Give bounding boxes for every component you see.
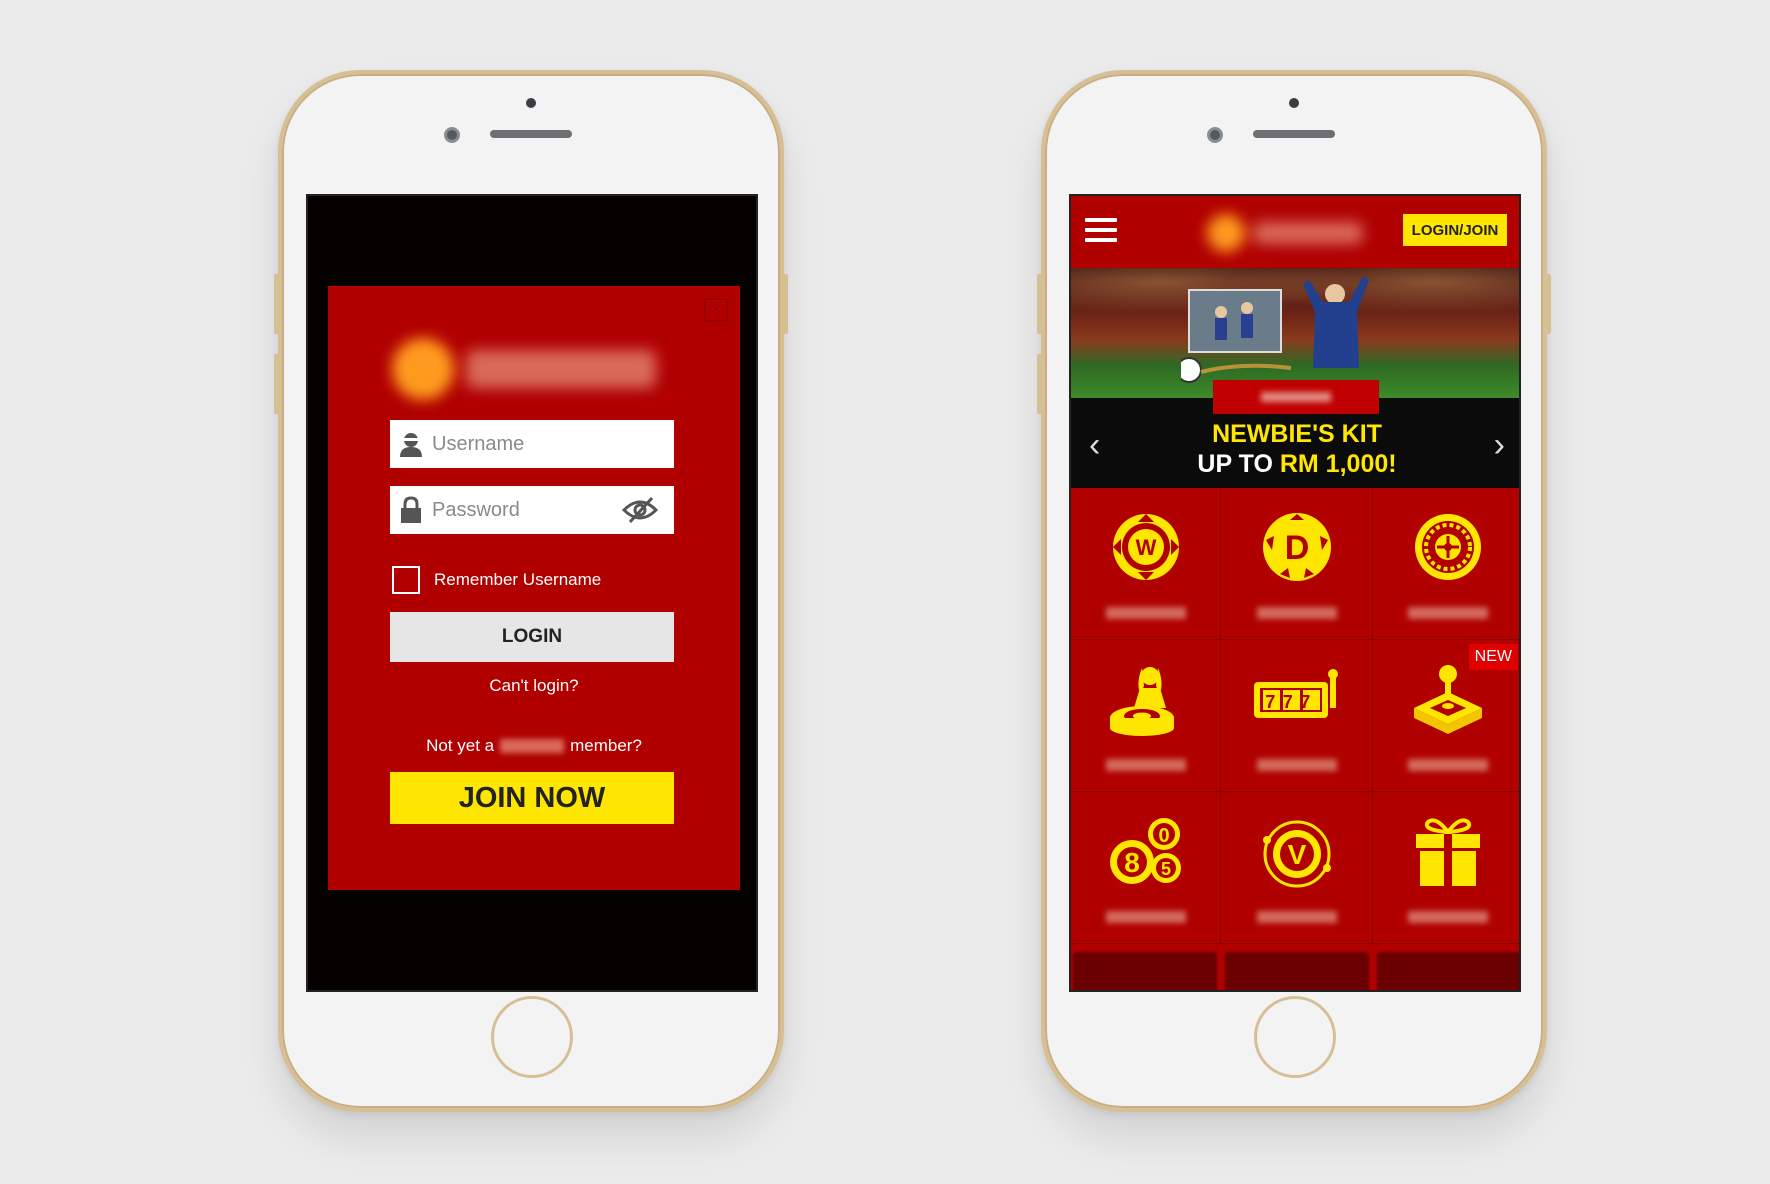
front-sensor bbox=[1289, 98, 1299, 108]
grid-item-d-sports[interactable]: D bbox=[1221, 488, 1373, 640]
phone-right: LOGIN/JOIN NEWBIE'S KIT UP TO RM 1,000! … bbox=[1037, 70, 1551, 1112]
front-camera bbox=[444, 127, 460, 143]
password-field[interactable] bbox=[390, 486, 674, 534]
chevron-right-icon[interactable]: › bbox=[1494, 426, 1505, 465]
virtuals-icon: V bbox=[1262, 820, 1331, 888]
shortcut-3[interactable] bbox=[1377, 952, 1519, 990]
grid-item-label bbox=[1105, 607, 1186, 619]
login-join-button[interactable]: LOGIN/JOIN bbox=[1403, 214, 1507, 246]
w-letter: W bbox=[1135, 535, 1156, 560]
banner-subline-prefix: UP TO bbox=[1197, 450, 1273, 478]
ball-number-3: 5 bbox=[1160, 859, 1170, 879]
hide-password-icon[interactable] bbox=[621, 496, 659, 529]
w-sports-icon: W bbox=[1112, 514, 1179, 580]
banner-amount: RM 1,000! bbox=[1279, 450, 1397, 478]
shortcut-1[interactable] bbox=[1073, 952, 1217, 990]
phone-left: × Username Remember Username LOGIN Can't… bbox=[274, 70, 788, 1112]
grid-item-arcade[interactable]: NEW bbox=[1373, 640, 1519, 792]
promo-banner[interactable]: NEWBIE'S KIT UP TO RM 1,000! ‹ › bbox=[1071, 268, 1519, 488]
bottom-shortcuts bbox=[1071, 952, 1519, 990]
power-button bbox=[1545, 274, 1551, 334]
lottery-balls-icon: 8 0 5 bbox=[1109, 818, 1181, 884]
remember-username[interactable]: Remember Username bbox=[392, 566, 601, 594]
arcade-joystick-icon bbox=[1413, 665, 1482, 734]
brand-name-redacted bbox=[500, 739, 565, 753]
grid-item-label bbox=[1256, 607, 1337, 619]
volume-up-button bbox=[274, 274, 280, 334]
front-sensor bbox=[526, 98, 536, 108]
volume-down-button bbox=[274, 354, 280, 414]
lock-icon bbox=[390, 486, 432, 534]
home-screen: LOGIN/JOIN NEWBIE'S KIT UP TO RM 1,000! … bbox=[1069, 194, 1521, 992]
casino-tag bbox=[1213, 380, 1379, 414]
user-icon bbox=[390, 420, 432, 468]
ball-number-1: 8 bbox=[1124, 847, 1140, 878]
grid-item-slots[interactable]: 777 bbox=[1221, 640, 1373, 792]
earpiece-speaker bbox=[1253, 130, 1335, 138]
slot-reels: 777 bbox=[1265, 692, 1318, 712]
login-screen: × Username Remember Username LOGIN Can't… bbox=[306, 194, 758, 992]
grid-item-lottery[interactable]: 8 0 5 bbox=[1071, 792, 1221, 944]
product-grid: W D 777 NEW 8 0 5 V bbox=[1071, 488, 1519, 944]
home-button[interactable] bbox=[1254, 996, 1336, 1078]
home-button[interactable] bbox=[491, 996, 573, 1078]
grid-item-label bbox=[1256, 759, 1337, 771]
volume-down-button bbox=[1037, 354, 1043, 414]
gift-icon bbox=[1415, 818, 1480, 886]
grid-item-label bbox=[1407, 607, 1488, 619]
username-field[interactable] bbox=[390, 420, 674, 468]
power-button bbox=[782, 274, 788, 334]
not-member-text: Not yet a member? bbox=[328, 736, 740, 756]
grid-item-w-sports[interactable]: W bbox=[1071, 488, 1221, 640]
ball-number-2: 0 bbox=[1158, 825, 1169, 847]
not-member-suffix: member? bbox=[570, 736, 642, 755]
grid-item-label bbox=[1407, 759, 1488, 771]
grid-item-live-dealer[interactable] bbox=[1071, 640, 1221, 792]
cant-login-link[interactable]: Can't login? bbox=[328, 676, 740, 696]
earpiece-speaker bbox=[490, 130, 572, 138]
join-now-button[interactable]: JOIN NOW bbox=[390, 772, 674, 824]
login-button[interactable]: LOGIN bbox=[390, 612, 674, 662]
casino-roulette-icon bbox=[1414, 514, 1481, 580]
shortcut-2[interactable] bbox=[1225, 952, 1369, 990]
front-camera bbox=[1207, 127, 1223, 143]
banner-headline: NEWBIE'S KIT bbox=[1212, 420, 1382, 448]
not-member-prefix: Not yet a bbox=[426, 736, 495, 755]
soccer-players-image bbox=[1181, 276, 1369, 383]
d-letter: D bbox=[1284, 529, 1309, 567]
live-dealer-icon bbox=[1109, 667, 1174, 736]
brand-logo bbox=[392, 338, 656, 400]
remember-checkbox[interactable] bbox=[392, 566, 420, 594]
grid-item-label bbox=[1105, 759, 1186, 771]
brand-logo bbox=[1207, 214, 1363, 252]
grid-item-label bbox=[1407, 911, 1488, 923]
slot-777-icon: 777 bbox=[1253, 669, 1338, 718]
d-sports-icon: D bbox=[1262, 513, 1331, 581]
chevron-left-icon[interactable]: ‹ bbox=[1089, 426, 1100, 465]
virtuals-letter: V bbox=[1287, 839, 1306, 870]
top-bar: LOGIN/JOIN bbox=[1071, 196, 1519, 268]
grid-item-label bbox=[1256, 911, 1337, 923]
hamburger-icon[interactable] bbox=[1085, 218, 1117, 242]
password-input[interactable] bbox=[432, 498, 622, 522]
banner-subline: UP TO RM 1,000! bbox=[1071, 450, 1519, 479]
grid-item-casino[interactable] bbox=[1373, 488, 1519, 640]
close-icon[interactable]: × bbox=[704, 298, 728, 322]
remember-label: Remember Username bbox=[434, 570, 602, 589]
username-input[interactable] bbox=[432, 432, 622, 456]
grid-item-label bbox=[1105, 911, 1186, 923]
login-modal: × Username Remember Username LOGIN Can't… bbox=[328, 286, 740, 890]
grid-item-virtuals[interactable]: V bbox=[1221, 792, 1373, 944]
grid-item-promotions[interactable] bbox=[1373, 792, 1519, 944]
new-badge: NEW bbox=[1468, 644, 1518, 670]
volume-up-button bbox=[1037, 274, 1043, 334]
